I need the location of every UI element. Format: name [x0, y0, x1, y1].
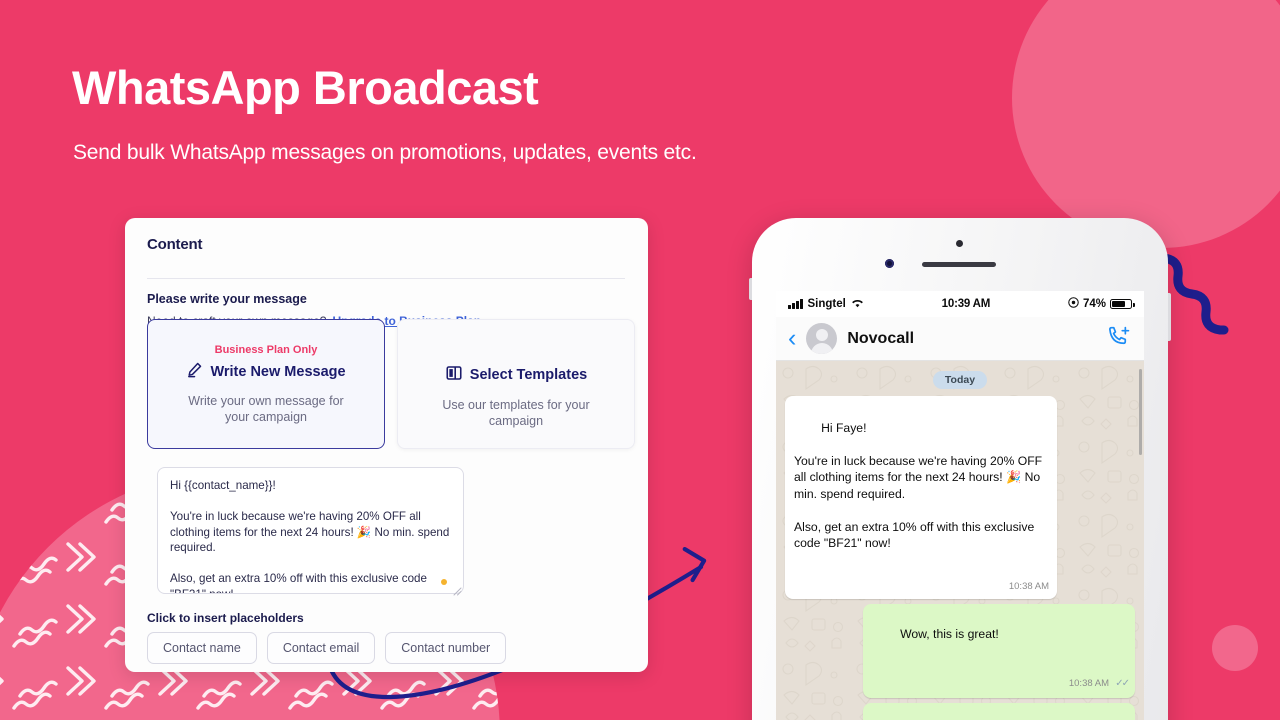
textarea-resize-handle[interactable] — [452, 583, 462, 601]
option-title-select-templates: Select Templates — [469, 367, 588, 383]
chat-bubble-outgoing: When does this sale start? 😊 10:38 AM ✓✓ — [863, 703, 1135, 720]
option-card-select-templates[interactable]: Select Templates Use our templates for y… — [397, 319, 635, 449]
wifi-icon — [851, 298, 864, 311]
phone-proximity-sensor — [956, 240, 963, 247]
status-bar: Singtel 10:39 AM 74% — [776, 291, 1144, 317]
day-divider: Today — [932, 371, 988, 389]
message-textarea[interactable]: Hi {{contact_name}}! You're in luck beca… — [157, 467, 464, 594]
pencil-icon — [186, 361, 203, 382]
option-description-write-new-message: Write your own message for your campaign — [188, 394, 344, 424]
chat-bubble-time: 10:38 AM — [1068, 677, 1109, 689]
content-card: Content Please write your message Need t… — [125, 218, 648, 672]
back-chevron-icon[interactable]: ‹ — [788, 326, 796, 351]
chat-message-list[interactable]: Today Hi Faye! You're in luck because we… — [776, 361, 1144, 720]
card-title: Content — [147, 236, 203, 253]
avatar[interactable] — [806, 323, 838, 354]
option-description-select-templates: Use our templates for your campaign — [442, 398, 590, 428]
phone-side-button-right — [1168, 293, 1171, 341]
placeholder-button-contact-number[interactable]: Contact number — [385, 632, 507, 664]
chat-header: ‹ Novocall — [776, 317, 1144, 361]
option-title-write-new-message: Write New Message — [210, 363, 346, 380]
status-bar-time: 10:39 AM — [941, 298, 991, 310]
battery-icon — [1110, 299, 1135, 309]
placeholder-button-contact-email[interactable]: Contact email — [266, 632, 376, 664]
placeholder-button-contact-name[interactable]: Contact name — [147, 632, 257, 664]
card-divider — [147, 278, 625, 279]
chat-bubble-outgoing: Wow, this is great! 10:38 AM ✓✓ — [863, 603, 1135, 698]
business-plan-only-badge: Business Plan Only — [214, 344, 318, 356]
message-section-label: Please write your message — [147, 292, 307, 306]
placeholders-label: Click to insert placeholders — [147, 611, 304, 625]
status-bar-left: Singtel — [788, 298, 864, 311]
chat-bubble-incoming: Hi Faye! You're in luck because we're ha… — [785, 396, 1057, 599]
read-receipt-icon: ✓✓ — [1115, 677, 1130, 689]
decorative-circle-bottom-right — [1212, 625, 1258, 671]
phone-side-button-left — [749, 278, 752, 300]
add-call-icon[interactable] — [1106, 325, 1132, 352]
chat-bubble-time: 10:38 AM — [1008, 581, 1049, 592]
chat-contact-name: Novocall — [847, 329, 915, 347]
phone-front-camera — [885, 259, 894, 268]
chat-scrollbar[interactable] — [1139, 369, 1142, 455]
carrier-name: Singtel — [807, 298, 846, 310]
layout-columns-icon — [445, 364, 463, 386]
chat-bubble-text: Hi Faye! You're in luck because we're ha… — [794, 420, 1043, 551]
phone-mockup: Singtel 10:39 AM 74% ‹ Novocall Today Hi… — [749, 218, 1171, 720]
chat-bubble-text: Wow, this is great! — [900, 627, 999, 641]
phone-screen: Singtel 10:39 AM 74% ‹ Novocall Today Hi… — [776, 291, 1144, 720]
page-title: WhatsApp Broadcast — [72, 61, 539, 114]
option-card-write-new-message[interactable]: Business Plan Only Write New Message Wri… — [147, 319, 385, 449]
placeholder-button-row: Contact name Contact email Contact numbe… — [147, 632, 507, 664]
option-title-row: Select Templates — [398, 364, 634, 386]
option-title-row: Write New Message — [148, 361, 384, 382]
page-subtitle: Send bulk WhatsApp messages on promotion… — [73, 141, 697, 164]
battery-percent: 74% — [1082, 298, 1106, 310]
status-bar-right: 74% — [1068, 297, 1135, 311]
phone-earpiece-speaker — [922, 262, 996, 267]
signal-bars-icon — [788, 298, 803, 309]
location-arrow-icon — [1068, 297, 1079, 311]
message-status-dot — [441, 579, 447, 585]
decorative-circle-top-right — [1012, 0, 1280, 248]
